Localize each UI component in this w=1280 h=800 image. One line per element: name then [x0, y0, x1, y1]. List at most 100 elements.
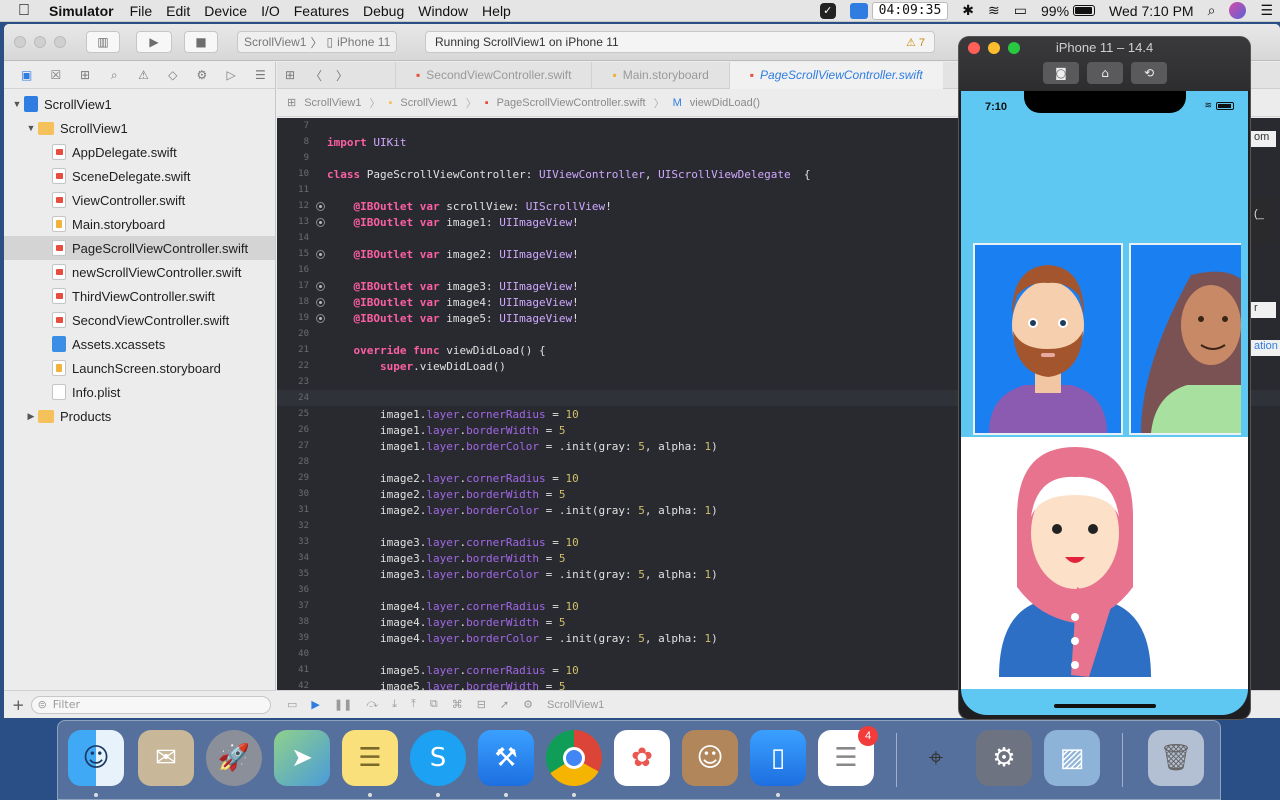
- line-number[interactable]: 15: [277, 249, 313, 259]
- notification-center-icon[interactable]: ☰: [1253, 2, 1280, 19]
- line-number[interactable]: 21: [277, 345, 313, 355]
- disclosure-closed-icon[interactable]: ▶: [24, 411, 38, 422]
- line-number[interactable]: 25: [277, 409, 313, 419]
- navigator-item[interactable]: newScrollViewController.swift: [4, 260, 275, 284]
- menu-file[interactable]: File: [123, 3, 160, 19]
- line-number[interactable]: 34: [277, 553, 313, 563]
- line-number[interactable]: 32: [277, 521, 313, 531]
- navigator-item[interactable]: ▼ ScrollView1: [4, 116, 275, 140]
- step-in-icon[interactable]: ⤓: [392, 698, 397, 711]
- menu-features[interactable]: Features: [287, 3, 356, 19]
- system-information-icon[interactable]: ⌖: [908, 730, 964, 786]
- xcode-icon[interactable]: ⚒: [478, 730, 534, 786]
- line-number[interactable]: 19: [277, 313, 313, 323]
- filter-field[interactable]: ⊜ Filter: [30, 695, 271, 714]
- tab-page-scroll-view-controller[interactable]: ▪ PageScrollViewController.swift: [728, 61, 943, 89]
- jumpbar-project[interactable]: ScrollView1: [304, 97, 361, 109]
- bluetooth-icon[interactable]: ✱: [955, 2, 981, 19]
- navigator-item[interactable]: ViewController.swift: [4, 188, 275, 212]
- line-number[interactable]: 7: [277, 121, 313, 131]
- jumpbar-symbol[interactable]: viewDidLoad(): [690, 97, 760, 109]
- contacts-icon[interactable]: ☺: [682, 730, 738, 786]
- navigator-item[interactable]: ▶ Products: [4, 404, 275, 428]
- symbol-navigator-icon[interactable]: ⊞: [70, 68, 99, 82]
- line-number[interactable]: 31: [277, 505, 313, 515]
- disclosure-open-icon[interactable]: ▼: [10, 99, 24, 109]
- memory-graph-icon[interactable]: ⌘: [452, 698, 463, 711]
- launchpad-icon[interactable]: 🚀: [206, 730, 262, 786]
- test-navigator-icon[interactable]: ◇: [158, 68, 187, 82]
- environment-overrides-icon[interactable]: ⊟: [477, 698, 486, 711]
- menu-edit[interactable]: Edit: [159, 3, 197, 19]
- step-over-icon[interactable]: ⤼: [366, 698, 378, 711]
- system-preferences-icon[interactable]: ⚙: [976, 730, 1032, 786]
- line-number[interactable]: 16: [277, 265, 313, 275]
- line-number[interactable]: 30: [277, 489, 313, 499]
- line-number[interactable]: 36: [277, 585, 313, 595]
- add-file-icon[interactable]: +: [12, 696, 25, 714]
- menu-window[interactable]: Window: [411, 3, 475, 19]
- line-number[interactable]: 11: [277, 185, 313, 195]
- navigator-item[interactable]: ThirdViewController.swift: [4, 284, 275, 308]
- jumpbar-file[interactable]: PageScrollViewController.swift: [497, 97, 646, 109]
- line-number[interactable]: 23: [277, 377, 313, 387]
- navigator-item[interactable]: LaunchScreen.storyboard: [4, 356, 275, 380]
- rotate-button[interactable]: ⟲: [1131, 62, 1167, 84]
- menu-device[interactable]: Device: [197, 3, 254, 19]
- line-number[interactable]: 20: [277, 329, 313, 339]
- jumpbar-group[interactable]: ScrollView1: [400, 97, 457, 109]
- menu-debug[interactable]: Debug: [356, 3, 411, 19]
- spotlight-search-icon[interactable]: ⌕: [1201, 2, 1223, 19]
- hide-debug-area-icon[interactable]: ▭: [287, 698, 297, 711]
- apple-menu-icon[interactable]: : [0, 2, 42, 20]
- minimize-window-button[interactable]: [34, 36, 46, 48]
- line-number[interactable]: 26: [277, 425, 313, 435]
- line-number[interactable]: 33: [277, 537, 313, 547]
- skype-icon[interactable]: S: [410, 730, 466, 786]
- menu-help[interactable]: Help: [475, 3, 518, 19]
- reminders-icon[interactable]: ☰ 4: [818, 726, 878, 786]
- device-screen[interactable]: 7:10 ≋: [961, 91, 1248, 715]
- preview-icon[interactable]: ▨: [1044, 730, 1100, 786]
- menu-io[interactable]: I/O: [254, 3, 287, 19]
- line-number[interactable]: 10: [277, 169, 313, 179]
- line-number[interactable]: 39: [277, 633, 313, 643]
- line-number[interactable]: 37: [277, 601, 313, 611]
- line-number[interactable]: 9: [277, 153, 313, 163]
- source-control-icon[interactable]: ☒: [41, 68, 70, 82]
- debug-navigator-icon[interactable]: ⚙: [187, 68, 216, 82]
- step-out-icon[interactable]: ⤒: [411, 698, 416, 711]
- line-number[interactable]: 29: [277, 473, 313, 483]
- zoom-window-button[interactable]: [54, 36, 66, 48]
- pause-icon[interactable]: ❚❚: [334, 698, 352, 711]
- app-menu-simulator[interactable]: Simulator: [42, 3, 123, 19]
- navigator-item[interactable]: Main.storyboard: [4, 212, 275, 236]
- trash-icon[interactable]: 🗑: [1148, 730, 1204, 786]
- line-number[interactable]: 12: [277, 201, 313, 211]
- find-navigator-icon[interactable]: ⌕: [100, 68, 129, 83]
- home-indicator[interactable]: [1054, 704, 1156, 708]
- line-number[interactable]: 35: [277, 569, 313, 579]
- tab-second-view-controller[interactable]: ▪ SecondViewController.swift: [395, 61, 591, 89]
- navigator-item[interactable]: Info.plist: [4, 380, 275, 404]
- navigator-item[interactable]: SceneDelegate.swift: [4, 164, 275, 188]
- time-tracker-widget[interactable]: 04:09:35: [843, 1, 956, 20]
- checkmark-status-icon[interactable]: ✓: [813, 2, 843, 19]
- finder-icon[interactable]: ☺: [68, 730, 124, 786]
- simulator-icon[interactable]: ▯: [750, 730, 806, 786]
- scroll-view[interactable]: [971, 241, 1241, 437]
- mail-icon[interactable]: ✉: [138, 730, 194, 786]
- line-number[interactable]: 17: [277, 281, 313, 291]
- chrome-icon[interactable]: [546, 730, 602, 786]
- close-window-button[interactable]: [14, 36, 26, 48]
- disclosure-open-icon[interactable]: ▼: [24, 123, 38, 133]
- scheme-selector[interactable]: ScrollView1 〉 ▯ iPhone 11: [237, 31, 398, 53]
- maps-icon[interactable]: ➤: [274, 730, 330, 786]
- line-number[interactable]: 13: [277, 217, 313, 227]
- navigator-item[interactable]: SecondViewController.swift: [4, 308, 275, 332]
- location-icon[interactable]: ➚: [500, 698, 509, 711]
- menu-clock[interactable]: Wed 7:10 PM: [1102, 3, 1201, 19]
- stop-button[interactable]: ■: [184, 31, 218, 53]
- home-button[interactable]: ⌂: [1087, 62, 1123, 84]
- navigator-item[interactable]: AppDelegate.swift: [4, 140, 275, 164]
